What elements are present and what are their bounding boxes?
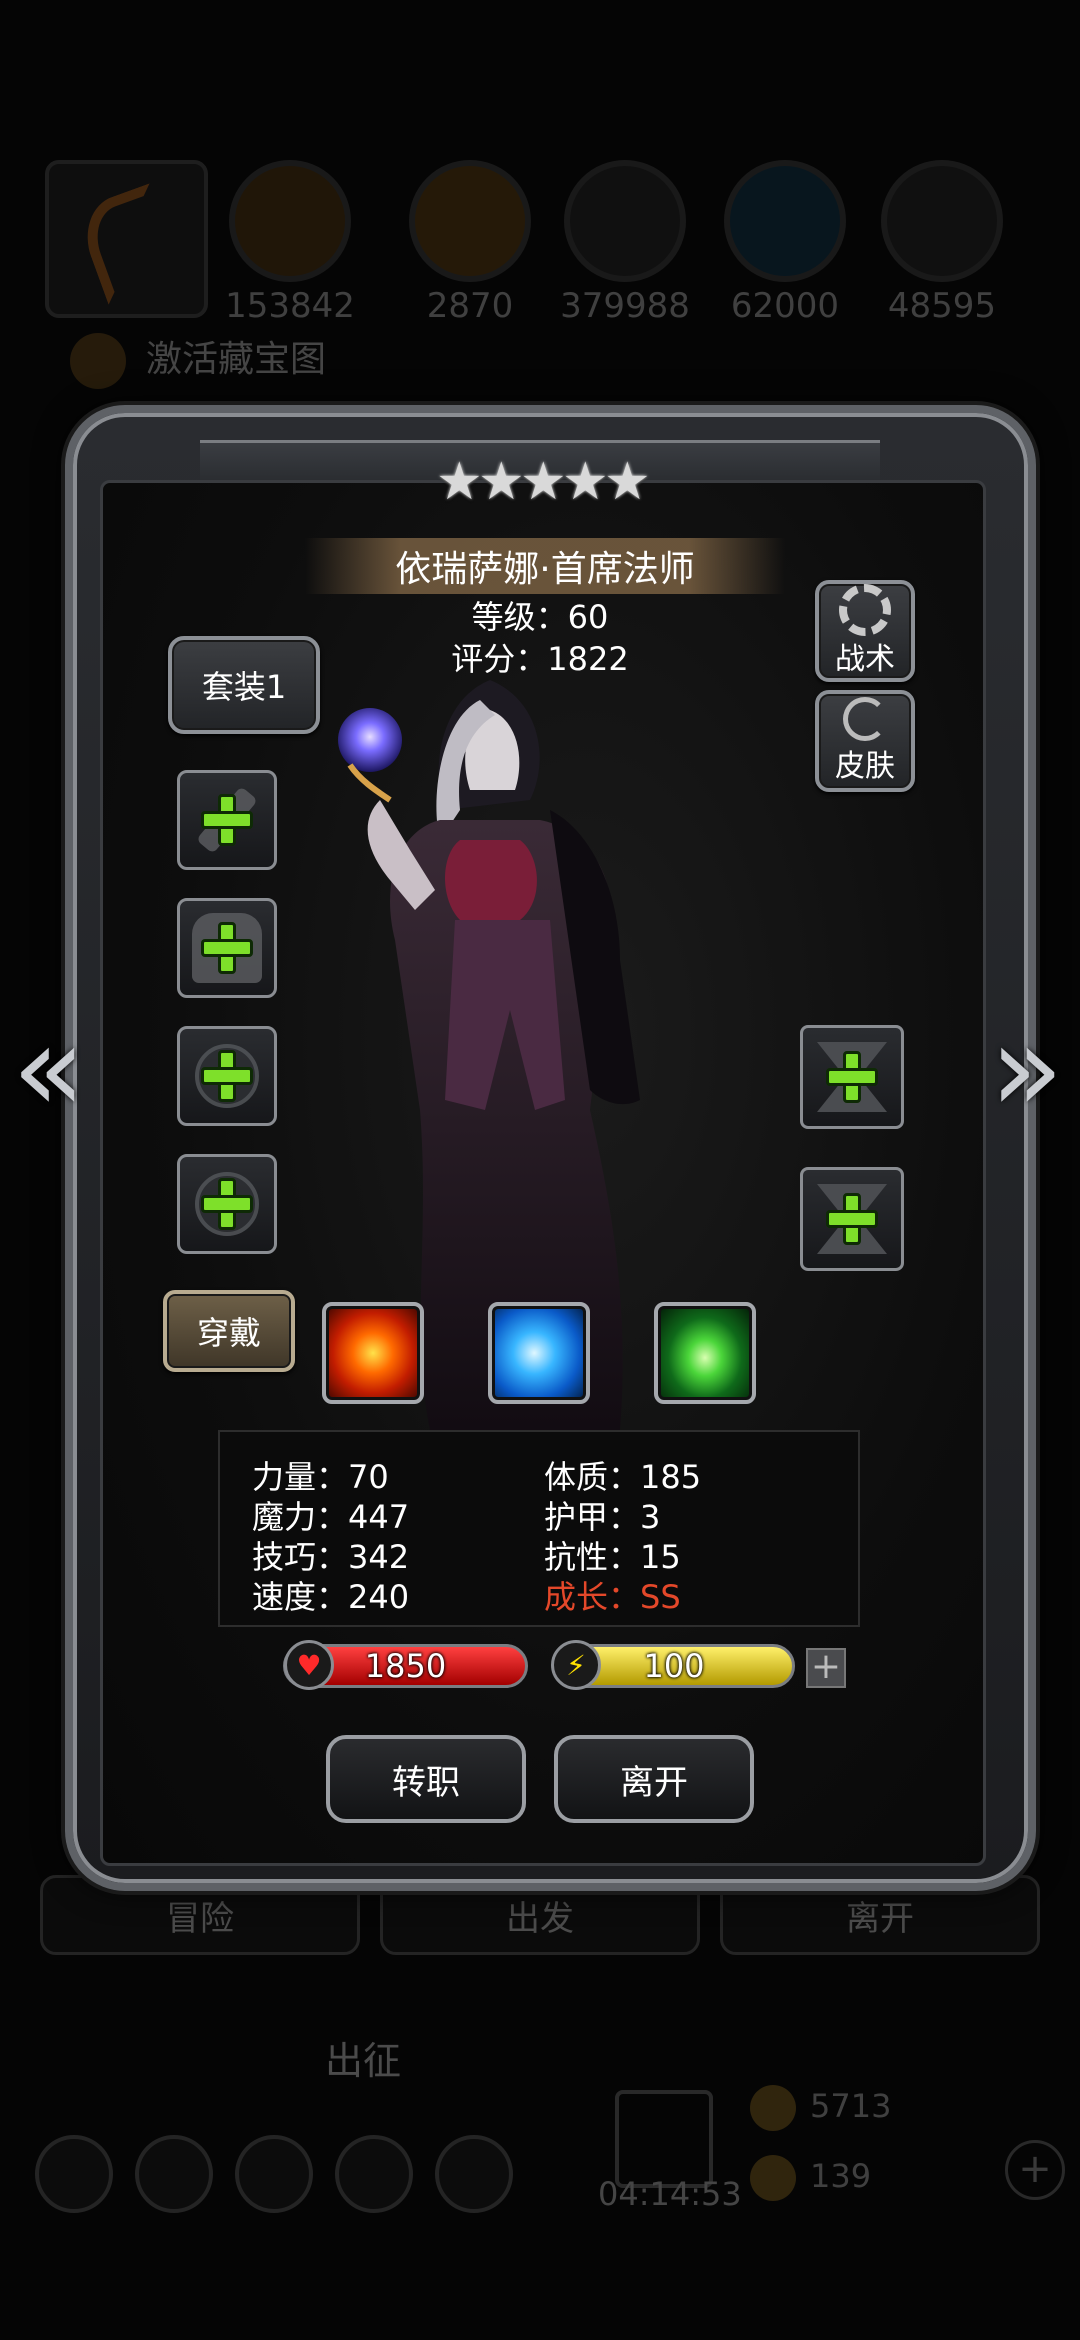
- refresh-icon: [843, 697, 887, 741]
- star-icon: ★: [604, 452, 651, 512]
- previous-hero-arrow-icon[interactable]: «: [12, 1010, 85, 1130]
- add-icon: [826, 1051, 878, 1103]
- tactics-label: 战术: [835, 642, 895, 677]
- countdown-timer: 04:14:53: [598, 2175, 742, 2213]
- menu-icon: [35, 2135, 113, 2213]
- equipment-set-button[interactable]: 套装1: [168, 636, 320, 734]
- star-rating: ★ ★ ★ ★ ★: [436, 452, 651, 512]
- resource-icon: [409, 160, 531, 282]
- add-icon: [201, 1178, 253, 1230]
- leave-button[interactable]: 离开: [554, 1735, 754, 1823]
- menu-icon: [335, 2135, 413, 2213]
- star-icon: ★: [520, 452, 567, 512]
- resource-value: 48595: [887, 286, 997, 326]
- treasure-map-tip: 激活藏宝图: [70, 330, 326, 389]
- menu-icon: [135, 2135, 213, 2213]
- rune-slot-1[interactable]: [800, 1025, 904, 1129]
- equip-slot-armor[interactable]: [177, 898, 277, 998]
- resource-icon: [229, 160, 351, 282]
- menu-icon: [435, 2135, 513, 2213]
- resource-counter: 62000: [715, 160, 855, 326]
- add-energy-button[interactable]: +: [806, 1648, 846, 1688]
- skill-nature-icon[interactable]: [654, 1302, 756, 1404]
- add-currency-icon: +: [1005, 2140, 1065, 2200]
- resource-value: 153842: [225, 286, 355, 326]
- wear-button[interactable]: 穿戴: [163, 1290, 295, 1372]
- resource-value: 62000: [730, 286, 840, 326]
- menu-icon: [235, 2135, 313, 2213]
- lightning-icon: ⚡: [551, 1640, 601, 1690]
- resource-value: 379988: [560, 286, 690, 326]
- equipment-set-label: 套装1: [201, 668, 287, 706]
- skin-label: 皮肤: [835, 749, 895, 784]
- coin-counter: 5713: [750, 2085, 891, 2131]
- add-icon: [826, 1193, 878, 1245]
- hero-name: 依瑞萨娜·首席法师: [305, 538, 785, 594]
- equip-slot-weapon[interactable]: [177, 770, 277, 870]
- resource-counter: 153842: [220, 160, 360, 326]
- add-icon: [201, 1050, 253, 1102]
- star-icon: ★: [436, 452, 483, 512]
- add-icon: [201, 794, 253, 846]
- equip-slot-accessory-1[interactable]: [177, 1026, 277, 1126]
- resource-value: 2870: [426, 286, 514, 326]
- next-hero-arrow-icon[interactable]: »: [990, 1010, 1063, 1130]
- leave-label: 离开: [620, 1762, 688, 1803]
- stat-growth: 成长：SS: [544, 1578, 681, 1616]
- heart-icon: ♥: [284, 1640, 334, 1690]
- skill-fire-icon[interactable]: [322, 1302, 424, 1404]
- resource-icon: [564, 160, 686, 282]
- player-avatar: [45, 160, 208, 318]
- star-icon: ★: [562, 452, 609, 512]
- resource-icon: [881, 160, 1003, 282]
- hero-stats-panel: 力量：70 魔力：447 技巧：342 速度：240 体质：185 护甲：3 抗…: [218, 1430, 860, 1627]
- resource-icon: [724, 160, 846, 282]
- expedition-label: 出征: [325, 2039, 402, 2083]
- hero-score: 评分：1822: [451, 640, 629, 678]
- promote-label: 转职: [392, 1762, 460, 1803]
- gear-icon: [839, 584, 891, 636]
- stat-speed: 速度：240: [252, 1578, 410, 1616]
- skin-button[interactable]: 皮肤: [815, 690, 915, 792]
- equip-slot-accessory-2[interactable]: [177, 1154, 277, 1254]
- resource-counter: 2870: [400, 160, 540, 326]
- wear-label: 穿戴: [196, 1314, 261, 1352]
- skill-ice-icon[interactable]: [488, 1302, 590, 1404]
- star-icon: ★: [478, 452, 525, 512]
- gift-icon: [615, 2090, 713, 2188]
- tactics-button[interactable]: 战术: [815, 580, 915, 682]
- hero-level: 等级：60: [471, 598, 609, 636]
- add-icon: [201, 922, 253, 974]
- promote-button[interactable]: 转职: [326, 1735, 526, 1823]
- rune-slot-2[interactable]: [800, 1167, 904, 1271]
- resource-counter: 379988: [555, 160, 695, 326]
- magic-orb-icon: [338, 708, 402, 772]
- resource-counter: 48595: [872, 160, 1012, 326]
- gem-counter: 139: [750, 2155, 871, 2201]
